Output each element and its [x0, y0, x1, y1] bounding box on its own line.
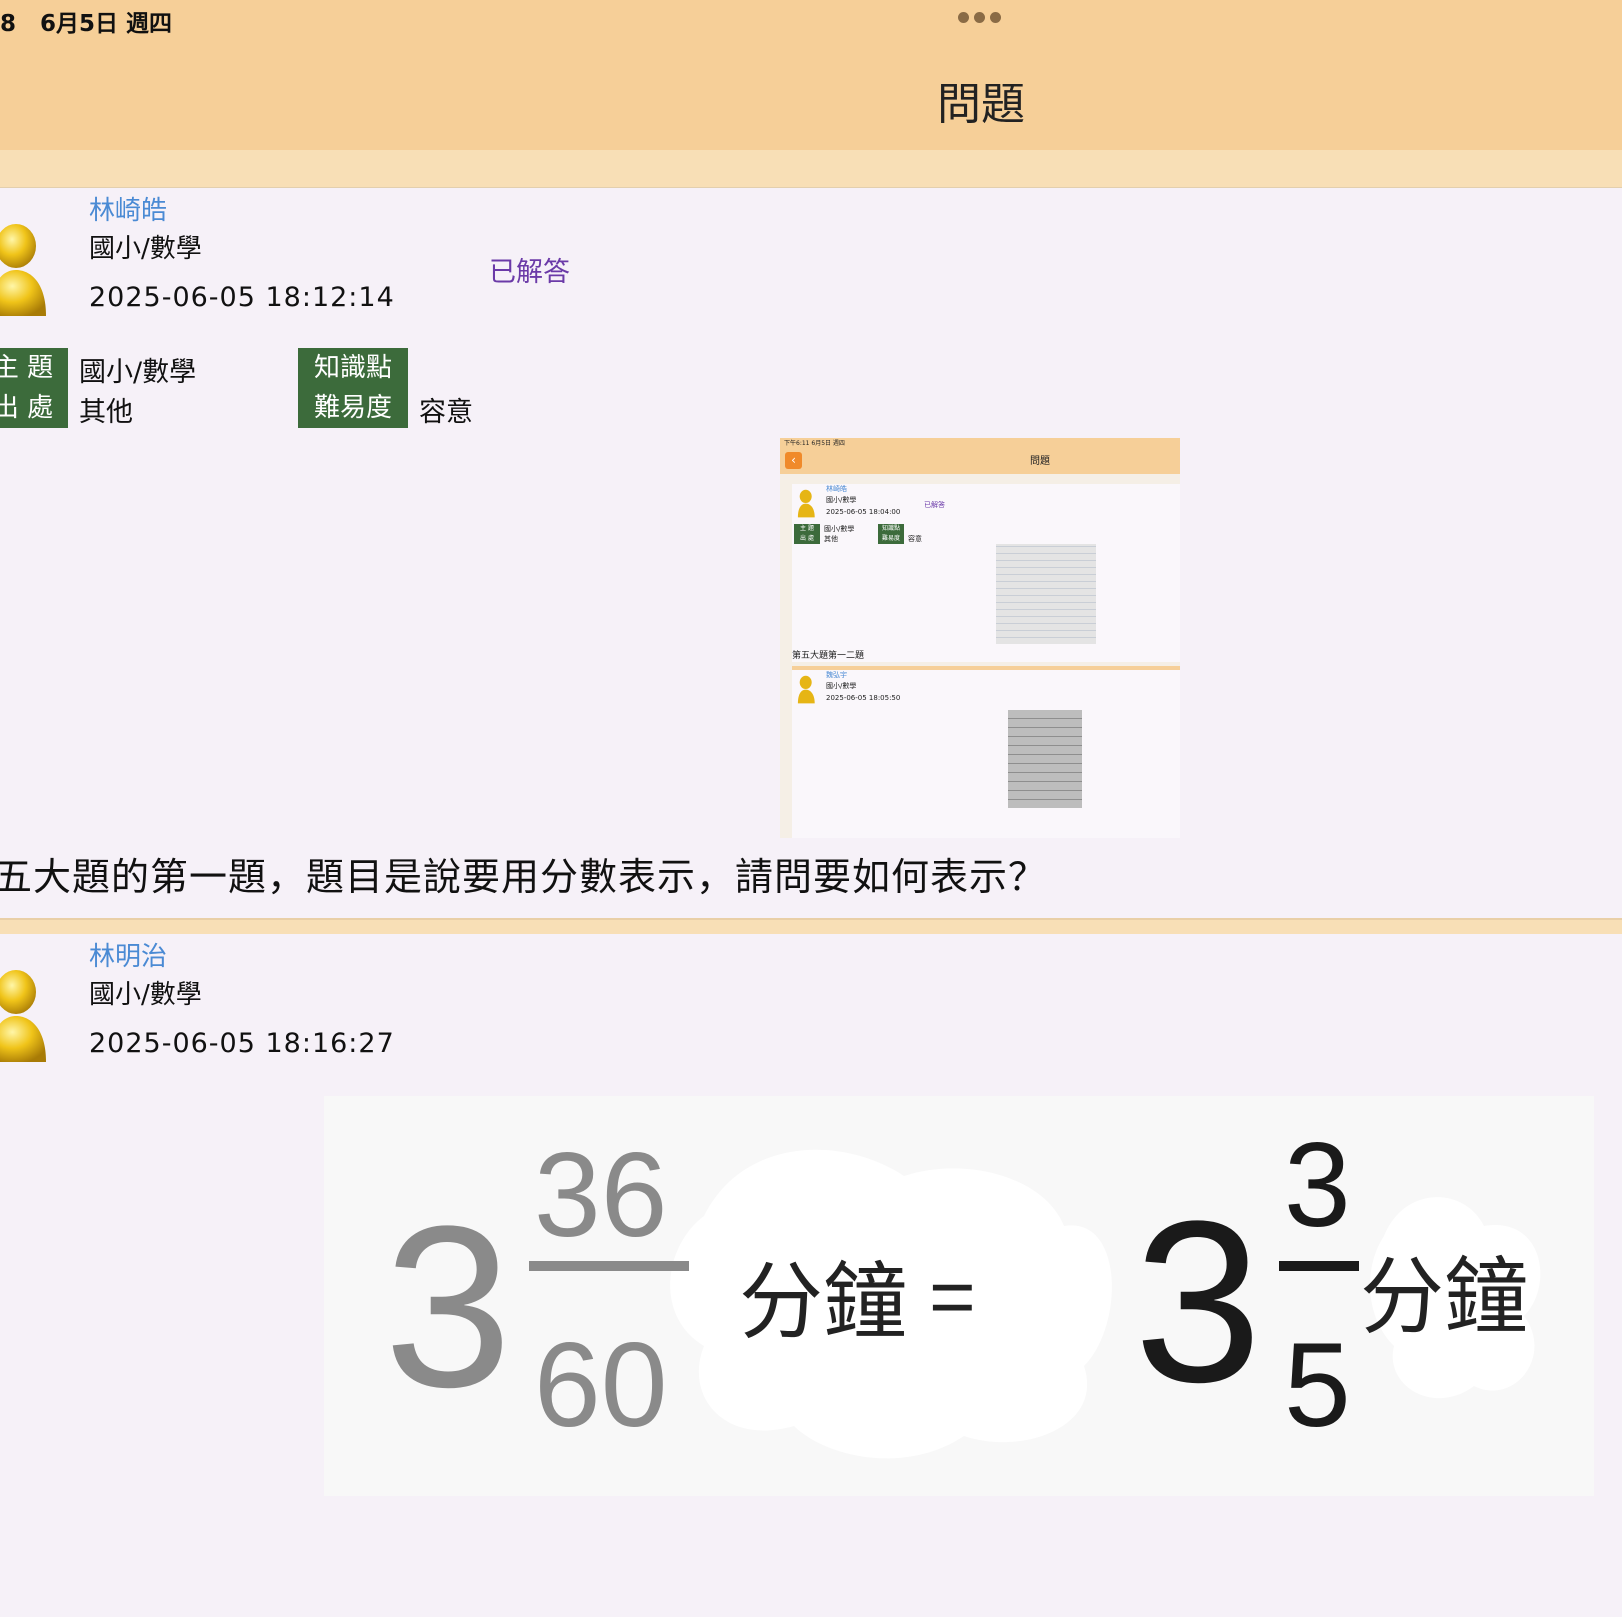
post-separator [0, 918, 1622, 935]
thumb-author-2: 魏弘宇 [826, 671, 847, 679]
thumb-tag-topic: 主 題 [794, 524, 820, 534]
page-title: 問題 [937, 79, 1025, 130]
right-fraction-bar [1279, 1261, 1359, 1271]
thumb-tag-source-value: 其他 [824, 535, 838, 543]
thumb-card-2: 魏弘宇 國小/數學 2025-06-05 18:05:50 [792, 670, 1180, 838]
thumb-status: 下午6:11 6月5日 週四 [784, 440, 845, 447]
equals-sign: = [929, 1252, 976, 1341]
status-bar: 8 6月5日 週四 [0, 0, 1622, 37]
author-name[interactable]: 林崎皓 [89, 190, 167, 227]
tag-difficulty-label: 難易度 [298, 388, 408, 428]
multitasking-dots-icon[interactable] [958, 12, 1004, 24]
thumb-caption: 第五大題第一二題 [792, 651, 865, 661]
right-unit: 分鐘 [1360, 1248, 1528, 1346]
thumb-status-badge: 已解答 [924, 501, 945, 509]
post-timestamp: 2025-06-05 18:12:14 [89, 282, 395, 313]
left-denominator: 60 [534, 1318, 667, 1452]
tag-source-label: 出 處 [0, 388, 68, 428]
tag-topic-label: 主 題 [0, 348, 68, 388]
post-subject: 國小/數學 [89, 234, 202, 264]
header-band [0, 150, 1622, 188]
thumb-tag-topic-value: 國小/數學 [824, 525, 855, 533]
post-timestamp: 2025-06-05 18:16:27 [89, 1028, 395, 1059]
answer-image[interactable]: 3 36 60 分鐘 = 3 3 5 分鐘 [324, 1096, 1594, 1496]
thumb-card-1: 林崎皓 國小/數學 2025-06-05 18:04:00 已解答 主 題 國小… [792, 484, 1180, 662]
thumb-avatar-icon-2 [797, 675, 815, 704]
right-numerator: 3 [1284, 1118, 1351, 1252]
thumb-title: 問題 [1030, 456, 1050, 467]
question-text: 五大題的第一題，題目是說要用分數表示，請問要如何表示？ [0, 855, 1048, 899]
thumb-time: 2025-06-05 18:04:00 [826, 508, 901, 516]
right-whole-number: 3 [1134, 1173, 1262, 1430]
thumb-time-2: 2025-06-05 18:05:50 [826, 694, 901, 702]
tag-topic-value: 國小/數學 [79, 357, 197, 388]
left-fraction-bar [529, 1261, 689, 1271]
right-denominator: 5 [1284, 1318, 1351, 1452]
tag-knowledge-label: 知識點 [298, 348, 408, 388]
tag-difficulty-value: 容意 [419, 397, 473, 428]
answer-fraction-drawing: 3 36 60 分鐘 = 3 3 5 分鐘 [384, 1118, 1541, 1459]
thumb-tag-difficulty: 難易度 [878, 534, 904, 544]
avatar-icon [0, 970, 46, 1062]
thumb-tag-knowledge: 知識點 [878, 524, 904, 534]
thumb-subject-2: 國小/數學 [826, 682, 857, 690]
post-subject: 國小/數學 [89, 980, 202, 1010]
thumb-answer-photo [1008, 710, 1082, 808]
left-numerator: 36 [534, 1128, 667, 1262]
thumb-subject: 國小/數學 [826, 496, 857, 504]
status-badge: 已解答 [489, 257, 570, 288]
thumb-author: 林崎皓 [826, 485, 847, 493]
thumb-tag-difficulty-value: 容意 [908, 535, 922, 543]
thumb-tag-source: 出 處 [794, 534, 820, 544]
left-whole-number: 3 [384, 1178, 512, 1435]
status-time-date: 8 6月5日 週四 [0, 11, 173, 37]
author-name[interactable]: 林明治 [89, 936, 167, 973]
thumb-avatar-icon [797, 489, 815, 518]
avatar-icon [0, 224, 46, 316]
tag-source-value: 其他 [79, 397, 133, 428]
left-unit: 分鐘 [739, 1253, 907, 1351]
thumb-worksheet-photo [996, 544, 1096, 644]
attached-screenshot[interactable]: 下午6:11 6月5日 週四 ‹ 問題 林崎皓 國小/數學 2025-06-05… [780, 438, 1180, 838]
